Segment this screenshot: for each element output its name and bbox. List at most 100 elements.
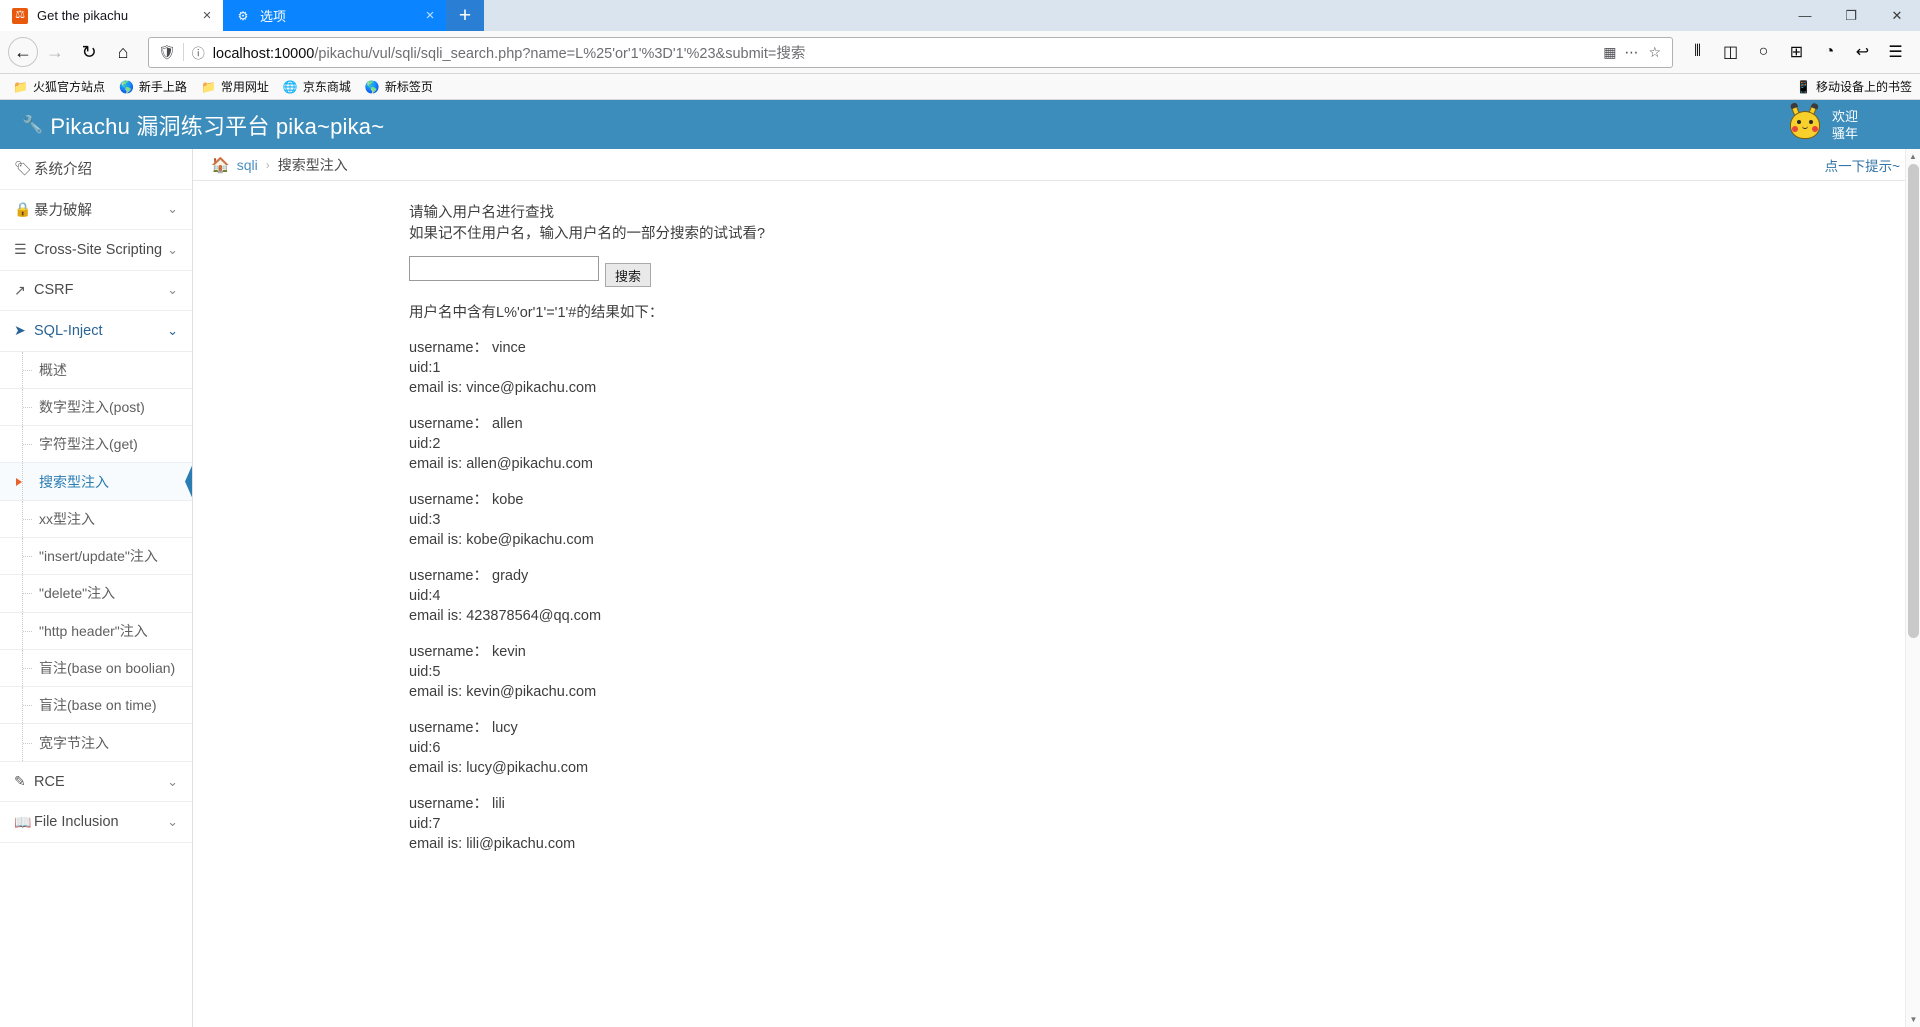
sidebar-icon[interactable]: ◫ <box>1714 36 1747 69</box>
tab-title: Get the pikachu <box>37 8 129 23</box>
breadcrumb-separator: › <box>265 157 270 172</box>
minimize-button[interactable]: — <box>1782 0 1828 31</box>
bookmark-label: 新标签页 <box>384 80 433 94</box>
bookmark-item[interactable]: 📁 火狐官方站点 <box>6 76 112 98</box>
maximize-button[interactable]: ❐ <box>1828 0 1874 31</box>
sidebar-subitem-string-get[interactable]: 字符型注入(get) <box>0 426 192 464</box>
container-icon[interactable]: ⊞ <box>1780 36 1813 69</box>
sidebar-subitem-overview[interactable]: 概述 <box>0 351 192 389</box>
sidebar-subitem-blind-time[interactable]: 盲注(base on time) <box>0 687 192 725</box>
sidebar-subitem-blind-boolean[interactable]: 盲注(base on boolian) <box>0 649 192 688</box>
sidebar-subitem-label: 盲注(base on boolian) <box>39 660 176 677</box>
result-uid: uid:3 <box>409 512 441 528</box>
sidebar-subitem-wide-byte[interactable]: 宽字节注入 <box>0 724 192 762</box>
breadcrumb-root-link[interactable]: sqli <box>237 157 258 173</box>
new-tab-button[interactable]: + <box>446 0 484 31</box>
sidebar-item-brute-force[interactable]: 🔒 暴力破解 ⌄ <box>0 190 192 230</box>
sidebar-subitem-http-header[interactable]: "http header"注入 <box>0 612 192 650</box>
vertical-scrollbar[interactable]: ▲ ▼ <box>1905 149 1920 1027</box>
sidebar-item-rce[interactable]: ✎ RCE ⌄ <box>0 762 192 803</box>
sidebar-item-xss[interactable]: ☰ Cross-Site Scripting ⌄ <box>0 230 192 271</box>
window-controls: — ❐ ✕ <box>1782 0 1920 31</box>
tab-close-icon[interactable]: × <box>420 7 440 24</box>
sidebar-subitem-xx-injection[interactable]: xx型注入 <box>0 500 192 538</box>
sidebar-subitem-label: "delete"注入 <box>39 585 116 602</box>
result-username: username： grady <box>409 568 529 584</box>
close-window-button[interactable]: ✕ <box>1874 0 1920 31</box>
result-item: username： grady uid:4 email is: 42387856… <box>409 566 1920 626</box>
sidebar-subitem-search-injection[interactable]: 搜索型注入 <box>0 463 192 501</box>
pencil-icon: ✎ <box>14 773 26 790</box>
scrollbar-thumb[interactable] <box>1908 164 1919 638</box>
sidebar-item-sql-inject[interactable]: ➤ SQL-Inject ⌄ <box>0 311 192 352</box>
undo-icon[interactable]: ↩ <box>1846 36 1879 69</box>
ellipsis-icon[interactable]: ⋯ <box>1619 44 1643 61</box>
result-item: username： allen uid:2 email is: allen@pi… <box>409 414 1920 474</box>
welcome-box[interactable]: 欢迎 骚年 <box>1780 100 1920 149</box>
account-icon[interactable]: ○ <box>1747 36 1780 69</box>
search-input[interactable] <box>409 256 599 281</box>
pikachu-eye-right <box>1809 119 1813 124</box>
search-form: 搜索 <box>409 256 1920 287</box>
result-uid: uid:1 <box>409 360 441 376</box>
home-button[interactable]: ⌂ <box>106 35 140 69</box>
bookmark-item[interactable]: 🌎 新标签页 <box>358 76 440 98</box>
qr-code-icon[interactable]: ▦ <box>1598 44 1619 61</box>
reload-button[interactable]: ↻ <box>72 35 106 69</box>
tree-dash <box>23 406 32 408</box>
search-submit-button[interactable]: 搜索 <box>605 263 652 287</box>
lock-icon: 🔒 <box>14 200 32 217</box>
result-username: username： kevin <box>409 644 526 660</box>
tab-get-the-pikachu[interactable]: ⚖ Get the pikachu × <box>0 0 223 31</box>
bookmark-item[interactable]: 🌎 新手上路 <box>112 76 194 98</box>
sidebar-item-csrf[interactable]: ↗ CSRF ⌄ <box>0 271 192 311</box>
result-item: username： kevin uid:5 email is: kevin@pi… <box>409 642 1920 702</box>
sidebar-subitem-numeric-post[interactable]: 数字型注入(post) <box>0 388 192 427</box>
pikachu-mouth <box>1802 126 1808 129</box>
forward-button[interactable]: → <box>38 35 72 69</box>
pocket-icon[interactable]: ◔ <box>1813 36 1846 69</box>
back-button[interactable]: ← <box>8 37 38 67</box>
result-email: email is: allen@pikachu.com <box>409 456 593 472</box>
sidebar-item-file-inclusion[interactable]: 📖 File Inclusion ⌄ <box>0 802 192 843</box>
tab-options[interactable]: ⚙ 选项 × <box>223 0 446 31</box>
library-icon[interactable]: ⦀ <box>1681 36 1714 69</box>
firefox-icon: 🌎 <box>364 79 380 94</box>
sidebar-item-label: 暴力破解 <box>34 202 92 219</box>
sidebar-subitem-label: "http header"注入 <box>39 622 148 639</box>
navigation-toolbar: ← → ↻ ⌂ 🛡 ⓘ localhost:10000/pikachu/vul/… <box>0 31 1920 74</box>
sidebar-subitem-label: 概述 <box>39 361 67 378</box>
page-viewport: 🔧 Pikachu 漏洞练习平台 pika~pika~ 欢迎 骚年 🏷 系统介绍… <box>0 100 1920 1027</box>
folder-icon: 📁 <box>200 79 216 94</box>
sidebar-subitem-insert-update[interactable]: "insert/update"注入 <box>0 537 192 576</box>
mobile-bookmarks-item[interactable]: 📱 移动设备上的书签 <box>1796 78 1912 95</box>
info-icon[interactable]: ⓘ <box>184 43 213 62</box>
sidebar-item-system-intro[interactable]: 🏷 系统介绍 <box>0 149 192 190</box>
shield-icon[interactable]: 🛡 <box>155 44 183 61</box>
sidebar-item-label: 系统介绍 <box>34 162 92 179</box>
scroll-up-arrow[interactable]: ▲ <box>1906 149 1920 164</box>
hint-link[interactable]: 点一下提示~ <box>1825 155 1900 175</box>
bookmark-item[interactable]: 🌐 京东商城 <box>276 76 358 98</box>
star-icon[interactable]: ☆ <box>1643 44 1666 61</box>
menu-icon[interactable]: ☰ <box>1879 36 1912 69</box>
sidebar-subitem-label: 数字型注入(post) <box>39 398 145 415</box>
breadcrumb: 🏠 sqli › 搜索型注入 点一下提示~ <box>193 149 1920 181</box>
main-content: 🏠 sqli › 搜索型注入 点一下提示~ 请输入用户名进行查找 如果记不住用户… <box>193 149 1920 1027</box>
welcome-line-2: 骚年 <box>1832 125 1859 141</box>
sidebar-item-label: SQL-Inject <box>34 322 103 339</box>
url-bar[interactable]: 🛡 ⓘ localhost:10000/pikachu/vul/sqli/sql… <box>148 36 1673 68</box>
tree-dash <box>23 630 32 632</box>
home-icon[interactable]: 🏠 <box>211 156 230 174</box>
tab-close-icon[interactable]: × <box>197 7 217 24</box>
chevron-down-icon: ⌄ <box>167 322 178 338</box>
share-icon: ↗ <box>14 281 26 298</box>
url-text[interactable]: localhost:10000/pikachu/vul/sqli/sqli_se… <box>213 42 1598 63</box>
sidebar-subitem-delete[interactable]: "delete"注入 <box>0 575 192 613</box>
url-host: localhost:10000 <box>212 45 315 62</box>
scroll-down-arrow[interactable]: ▼ <box>1906 1012 1920 1027</box>
tab-title: 选项 <box>260 9 287 24</box>
content-area: 请输入用户名进行查找 如果记不住用户名，输入用户名的一部分搜索的试试看? 搜索 … <box>193 181 1920 854</box>
result-uid: uid:2 <box>409 436 441 452</box>
bookmark-item[interactable]: 📁 常用网址 <box>194 76 276 98</box>
